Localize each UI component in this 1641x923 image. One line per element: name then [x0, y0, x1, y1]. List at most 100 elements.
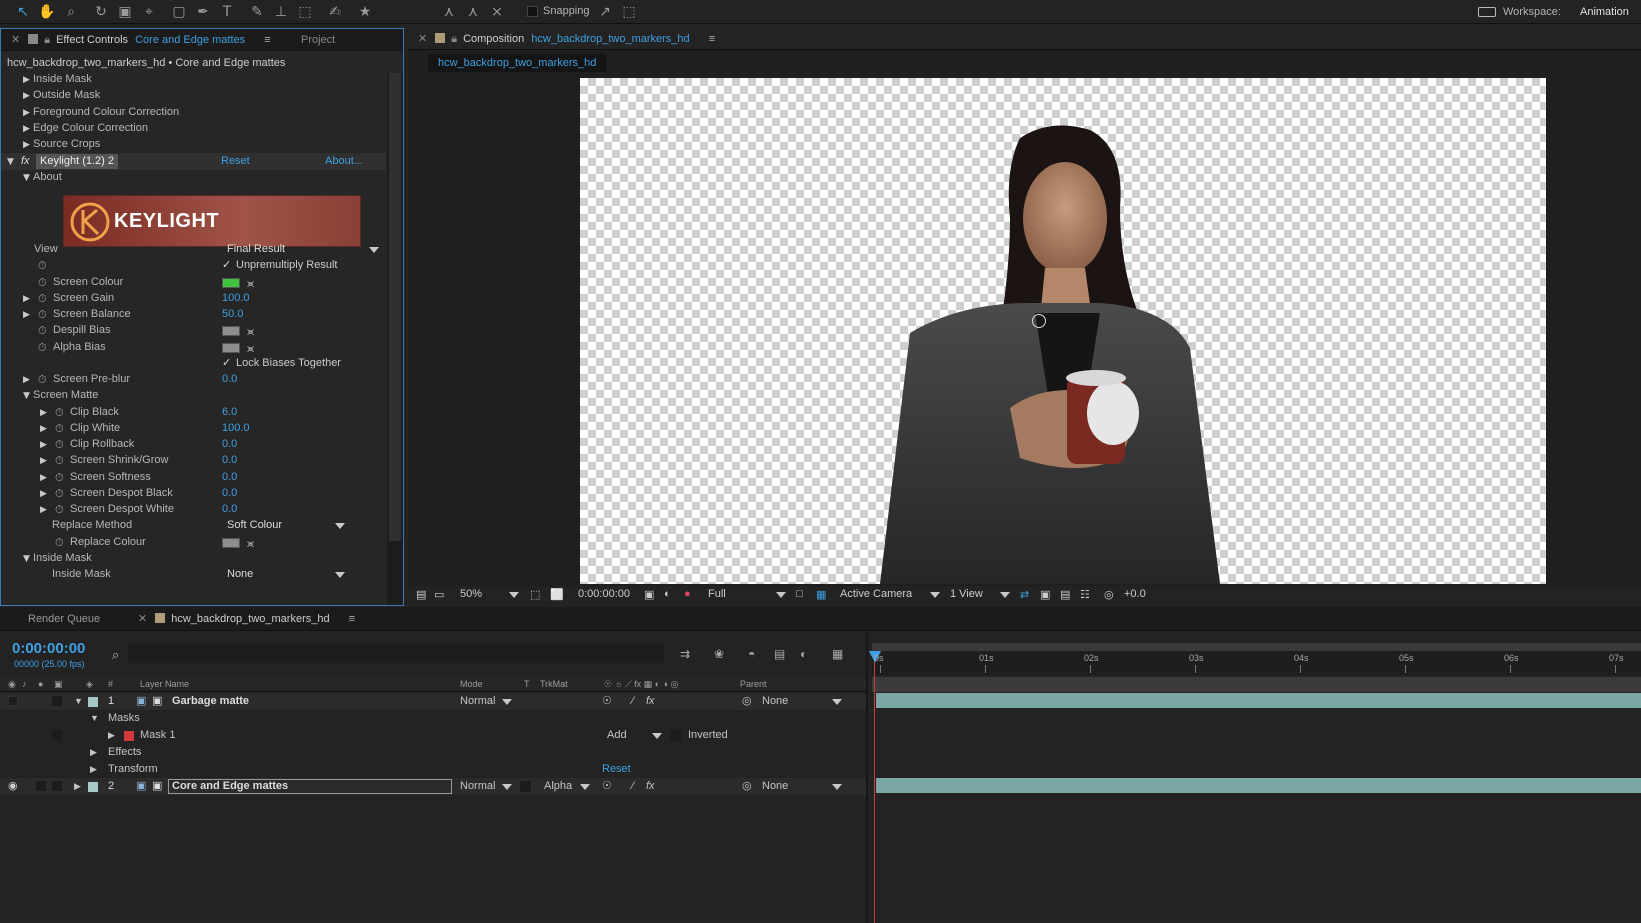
rotation-tool-icon[interactable]: ↻ — [92, 3, 110, 21]
type-tool-icon[interactable]: T — [218, 3, 236, 21]
close-icon[interactable]: ✕ — [11, 34, 20, 46]
region-of-interest-icon[interactable]: □ — [796, 588, 803, 600]
label-color[interactable] — [88, 697, 98, 707]
clip-rollback-value[interactable]: 0.0 — [222, 436, 237, 453]
search-icon[interactable]: ⌕ — [112, 647, 119, 663]
quality-switch-icon[interactable]: ∕ — [632, 778, 634, 795]
shy-switch-icon[interactable]: ☉ — [602, 693, 612, 710]
monitor-icon[interactable]: ▭ — [434, 588, 444, 601]
chevron-down-icon[interactable] — [335, 572, 345, 578]
expand-triangle-icon[interactable]: ▶ — [74, 778, 81, 795]
parent-dropdown[interactable]: None — [762, 693, 788, 710]
shy-layers-icon[interactable]: ◓ — [748, 647, 755, 661]
stopwatch-icon[interactable]: ⏱ — [38, 322, 47, 339]
screen-colour-swatch[interactable] — [222, 278, 240, 288]
chevron-down-icon[interactable] — [502, 784, 512, 790]
blend-mode-dropdown[interactable]: Normal — [460, 693, 495, 710]
lock-column-icon[interactable]: ▣ — [54, 679, 63, 690]
mask-mode-dropdown[interactable]: Add — [607, 727, 627, 744]
expand-triangle-icon[interactable]: ▼ — [90, 710, 99, 727]
about-link[interactable]: About... — [325, 153, 363, 170]
chevron-down-icon[interactable] — [776, 592, 786, 598]
despot-black-value[interactable]: 0.0 — [222, 485, 237, 502]
source-crops-group[interactable]: ▶ Source Crops — [1, 136, 386, 153]
chevron-down-icon[interactable] — [502, 699, 512, 705]
chevron-down-icon[interactable] — [1000, 592, 1010, 598]
audio-icon[interactable]: ♪ — [22, 679, 27, 689]
about-group[interactable]: ▼ About — [1, 169, 386, 186]
clip-white-value[interactable]: 100.0 — [222, 420, 250, 437]
hand-tool-icon[interactable]: ✋ — [38, 3, 56, 21]
layer-row-2[interactable]: ◉ ▶ 2 ▣ ▣ Core and Edge mattes Normal Al… — [0, 778, 868, 795]
unpremultiply-checkbox[interactable]: ✓ — [222, 257, 231, 274]
stopwatch-icon[interactable]: ⏱ — [38, 274, 47, 291]
show-snapshot-icon[interactable]: ◐ — [664, 588, 671, 600]
label-icon[interactable]: ◈ — [86, 679, 93, 690]
search-input[interactable] — [128, 643, 664, 663]
snap-edge-icon[interactable]: ↗ — [596, 3, 614, 21]
inside-mask-dropdown[interactable]: None — [227, 566, 253, 583]
channel-icon[interactable]: ● — [684, 588, 691, 600]
lock-toggle[interactable] — [52, 696, 62, 706]
effect-switch-icon[interactable]: fx — [646, 693, 655, 710]
stopwatch-icon[interactable]: ⏱ — [38, 257, 47, 274]
work-area-bar[interactable] — [872, 677, 1641, 692]
workspace-dropdown[interactable]: Animation — [1580, 6, 1629, 18]
eyedropper-icon[interactable]: ⪤ — [247, 323, 254, 340]
snapping-checkbox[interactable] — [527, 6, 538, 17]
reset-button[interactable]: Reset — [221, 153, 250, 170]
parent-dropdown[interactable]: None — [762, 778, 788, 795]
composition-subtab[interactable]: hcw_backdrop_two_markers_hd — [428, 54, 607, 72]
chevron-down-icon[interactable] — [369, 247, 379, 253]
alpha-bias-swatch[interactable] — [222, 343, 240, 353]
screen-gain-value[interactable]: 100.0 — [222, 290, 250, 307]
selection-tool-icon[interactable]: ↖ — [14, 3, 32, 21]
eraser-tool-icon[interactable]: ⬚ — [296, 3, 314, 21]
pan-behind-tool-icon[interactable]: ⌖ — [140, 3, 158, 21]
draft-3d-icon[interactable]: ❀ — [714, 647, 724, 661]
inside-mask-group[interactable]: ▶ Inside Mask — [1, 71, 386, 88]
exposure-value[interactable]: +0.0 — [1124, 588, 1146, 600]
view-axis-icon[interactable]: ⨯ — [488, 3, 506, 21]
clone-stamp-tool-icon[interactable]: ⊥ — [272, 3, 290, 21]
pick-whip-icon[interactable]: ◎ — [742, 778, 752, 795]
chevron-down-icon[interactable] — [652, 733, 662, 739]
transparency-grid-icon[interactable]: ▦ — [816, 588, 826, 601]
replace-colour-swatch[interactable] — [222, 538, 240, 548]
expand-triangle-icon[interactable]: ▶ — [90, 744, 97, 761]
zoom-tool-icon[interactable]: ⌕ — [62, 3, 80, 21]
lock-biases-checkbox[interactable]: ✓ — [222, 355, 231, 372]
solo-icon[interactable]: ● — [38, 679, 43, 689]
composition-tab[interactable]: ✕ 🔒︎ Composition hcw_backdrop_two_markers_… — [418, 28, 715, 50]
toggle-pixel-aspect-icon[interactable]: ⇄ — [1020, 588, 1029, 601]
screen-preblur-value[interactable]: 0.0 — [222, 371, 237, 388]
solo-toggle[interactable] — [36, 781, 46, 791]
comp-mini-flowchart-icon[interactable]: ⇉ — [680, 647, 690, 661]
quality-switch-icon[interactable]: ∕ — [632, 693, 634, 710]
stopwatch-icon[interactable]: ⏱ — [55, 469, 64, 486]
lock-icon[interactable]: 🔒︎ — [44, 34, 50, 46]
panel-menu-icon[interactable]: ≡ — [349, 613, 355, 625]
world-axis-icon[interactable]: ⋏ — [464, 3, 482, 21]
camera-tool-icon[interactable]: ▣ — [116, 3, 134, 21]
local-axis-icon[interactable]: ⋏ — [440, 3, 458, 21]
render-queue-tab[interactable]: Render Queue — [28, 608, 100, 630]
motion-blur-icon[interactable]: ◐ — [800, 647, 807, 661]
preserve-transparency-toggle[interactable] — [520, 781, 531, 792]
stopwatch-icon[interactable]: ⏱ — [38, 306, 47, 323]
resolution-dropdown[interactable]: Full — [708, 588, 726, 600]
layer-name-header[interactable]: Layer Name — [140, 679, 189, 689]
close-icon[interactable]: ✕ — [418, 33, 427, 45]
lock-icon[interactable]: 🔒︎ — [451, 33, 457, 45]
eye-icon[interactable]: ◉ — [8, 679, 16, 690]
effect-controls-tab[interactable]: ✕ 🔒︎ Effect Controls Core and Edge mattes … — [11, 29, 271, 51]
safe-zones-icon[interactable]: ⬜ — [550, 588, 564, 601]
puppet-tool-icon[interactable]: ★ — [356, 3, 374, 21]
screen-matte-group[interactable]: ▼ Screen Matte — [1, 387, 386, 404]
chevron-down-icon[interactable] — [832, 699, 842, 705]
snapshot-icon[interactable]: ▣ — [644, 588, 654, 601]
inside-mask-2-group[interactable]: ▼ Inside Mask — [1, 550, 386, 567]
anchor-point-icon[interactable] — [1032, 314, 1046, 328]
snap-feature-icon[interactable]: ⬚ — [620, 3, 638, 21]
brush-tool-icon[interactable]: ✎ — [248, 3, 266, 21]
